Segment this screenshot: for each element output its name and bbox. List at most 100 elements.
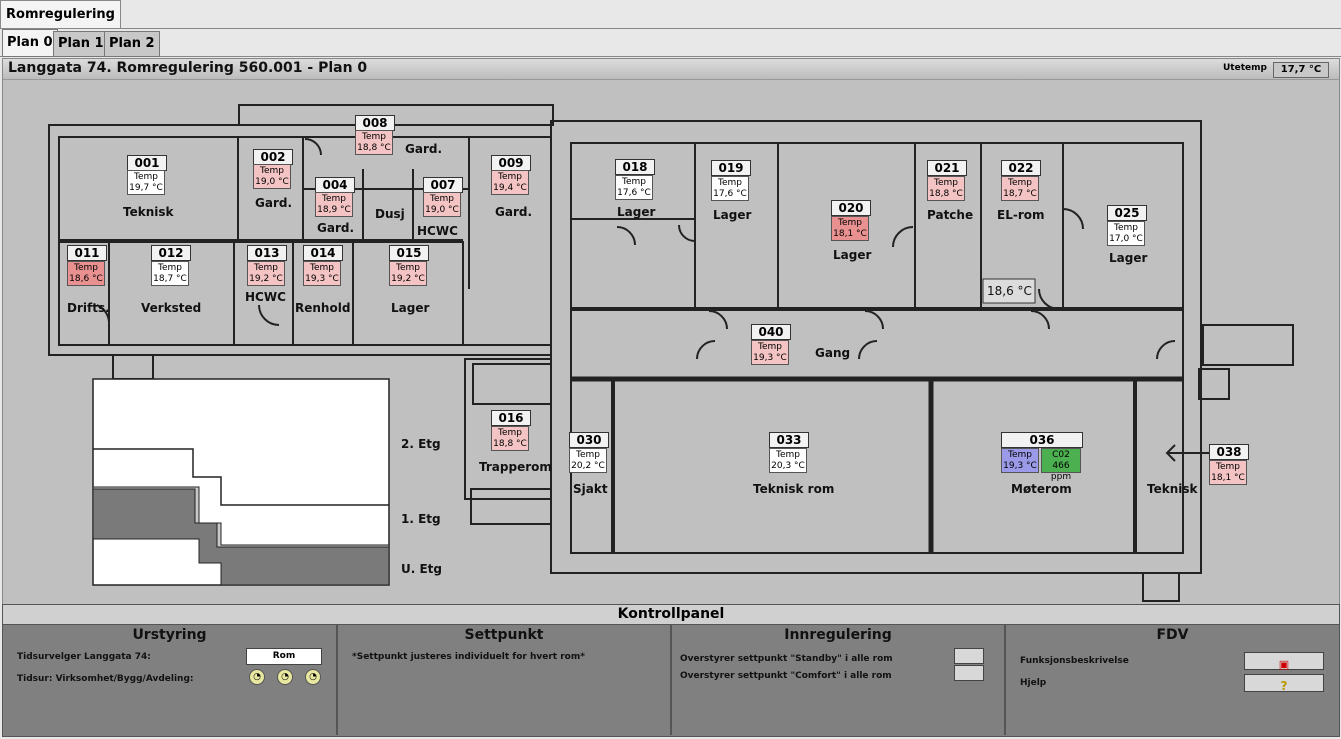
temp-value: 17,6 °C <box>617 188 651 198</box>
temp-label: Temp <box>758 342 782 352</box>
room-name-021: Patche <box>927 208 974 222</box>
room-temp-036[interactable]: Temp 19,3 °C <box>1001 448 1039 473</box>
rom-button[interactable]: Rom <box>246 648 322 665</box>
room-number-020[interactable]: 020 <box>831 200 871 216</box>
fdv-title: FDV <box>1156 627 1189 643</box>
room-number-019[interactable]: 019 <box>711 160 751 176</box>
room-temp-012[interactable]: Temp 18,7 °C <box>151 261 189 286</box>
room-number-015[interactable]: 015 <box>389 245 429 261</box>
room-temp-025[interactable]: Temp 17,0 °C <box>1107 221 1145 246</box>
room-number-012[interactable]: 012 <box>151 245 191 261</box>
room-temp-038[interactable]: Temp 18,1 °C <box>1209 460 1247 485</box>
tidsur-label: Tidsur: Virksomhet/Bygg/Avdeling: <box>17 674 194 684</box>
co2-value: 466 ppm <box>1050 461 1072 482</box>
room-name-014: Renhold <box>295 301 351 315</box>
room-number-030[interactable]: 030 <box>569 432 609 448</box>
control-panel-title: Kontrollpanel <box>3 605 1339 625</box>
room-name-019: Lager <box>713 208 752 222</box>
room-temp-040[interactable]: Temp 19,3 °C <box>751 340 789 365</box>
temp-value: 19,7 °C <box>129 183 163 193</box>
clock-icon[interactable]: ◔ <box>249 669 265 685</box>
room-number-011[interactable]: 011 <box>67 245 107 261</box>
floor-label-u: U. Etg <box>401 562 443 576</box>
room-name-020: Lager <box>833 248 872 262</box>
room-temp-001[interactable]: Temp 19,7 °C <box>127 170 165 195</box>
room-number-021[interactable]: 021 <box>927 160 967 176</box>
room-name-030: Sjakt <box>573 482 608 496</box>
room-number-014[interactable]: 014 <box>303 245 343 261</box>
app-tabbar: Romregulering <box>0 0 1341 29</box>
room-temp-015[interactable]: Temp 19,2 °C <box>389 261 427 286</box>
room-number-013[interactable]: 013 <box>247 245 287 261</box>
room-temp-020[interactable]: Temp 18,1 °C <box>831 216 869 241</box>
comfort-override-button[interactable] <box>954 665 984 681</box>
clock-icon[interactable]: ◔ <box>305 669 321 685</box>
room-number-018[interactable]: 018 <box>615 159 655 175</box>
hjelp-button[interactable]: ? <box>1244 674 1324 693</box>
room-name-004: Gard. <box>317 221 355 235</box>
temp-value: 19,2 °C <box>391 274 425 284</box>
clock-icon[interactable]: ◔ <box>277 669 293 685</box>
tab-plan-1[interactable]: Plan 1 <box>53 31 109 57</box>
room-name-033: Teknisk rom <box>753 482 835 496</box>
temp-label: Temp <box>362 132 386 142</box>
innregulering-title: Innregulering <box>784 627 892 643</box>
room-name-018: Lager <box>617 205 656 219</box>
urstyring-section: Urstyring Tidsurvelger Langgata 74: Rom … <box>3 625 338 735</box>
room-temp-002[interactable]: Temp 19,0 °C <box>253 164 291 189</box>
room-number-025[interactable]: 025 <box>1107 205 1147 221</box>
standby-override-button[interactable] <box>954 648 984 664</box>
room-temp-014[interactable]: Temp 19,3 °C <box>303 261 341 286</box>
temp-value: 17,0 °C <box>1109 234 1143 244</box>
room-number-040[interactable]: 040 <box>751 324 791 340</box>
room-name-025: Lager <box>1109 251 1148 265</box>
room-number-033[interactable]: 033 <box>769 432 809 448</box>
room-number-008[interactable]: 008 <box>355 115 395 131</box>
room-temp-009[interactable]: Temp 19,4 °C <box>491 170 529 195</box>
room-temp-008[interactable]: Temp 18,8 °C <box>355 130 393 155</box>
room-name-013: HCWC <box>245 290 286 304</box>
room-temp-022[interactable]: Temp 18,7 °C <box>1001 176 1039 201</box>
room-number-002[interactable]: 002 <box>253 149 293 165</box>
room-temp-021[interactable]: Temp 18,8 °C <box>927 176 965 201</box>
room-number-007[interactable]: 007 <box>423 177 463 193</box>
room-number-038[interactable]: 038 <box>1209 444 1249 460</box>
funksjonsbeskrivelse-button[interactable]: ▣ <box>1244 652 1324 671</box>
room-temp-016[interactable]: Temp 18,8 °C <box>491 426 529 451</box>
pdf-icon: ▣ <box>1278 658 1290 671</box>
room-number-009[interactable]: 009 <box>491 155 531 171</box>
room-temp-007[interactable]: Temp 19,0 °C <box>423 192 461 217</box>
funksjonsbeskrivelse-label: Funksjonsbeskrivelse <box>1020 656 1129 666</box>
control-panel: Kontrollpanel Urstyring Tidsurvelger Lan… <box>2 604 1340 737</box>
room-temp-011[interactable]: Temp 18,6 °C <box>67 261 105 286</box>
tab-plan-2[interactable]: Plan 2 <box>104 31 160 57</box>
room-name-016: Trapperom <box>479 460 552 474</box>
temp-value: 18,8 °C <box>929 189 963 199</box>
room-number-036[interactable]: 036 <box>1001 432 1083 448</box>
temp-label: Temp <box>430 194 454 204</box>
fdv-section: FDV Funksjonsbeskrivelse ▣ Hjelp ? <box>1006 625 1339 735</box>
temp-label: Temp <box>158 263 182 273</box>
room-number-004[interactable]: 004 <box>315 177 355 193</box>
room-number-001[interactable]: 001 <box>127 155 167 171</box>
temp-value: 18,1 °C <box>833 229 867 239</box>
room-co2-036[interactable]: C02 466 ppm <box>1041 448 1081 482</box>
settpunkt-section: Settpunkt *Settpunkt justeres individuel… <box>338 625 672 735</box>
tab-plan-0[interactable]: Plan 0 <box>2 29 58 57</box>
room-temp-019[interactable]: Temp 17,6 °C <box>711 176 749 201</box>
settpunkt-note: *Settpunkt justeres individuelt for hver… <box>352 652 585 662</box>
room-temp-030[interactable]: Temp 20,2 °C <box>569 448 607 473</box>
temp-label: Temp <box>838 218 862 228</box>
temp-value: 18,1 °C <box>1211 473 1245 483</box>
room-number-016[interactable]: 016 <box>491 410 531 426</box>
room-temp-013[interactable]: Temp 19,2 °C <box>247 261 285 286</box>
room-temp-018[interactable]: Temp 17,6 °C <box>615 175 653 200</box>
temp-label: Temp <box>1008 178 1032 188</box>
room-temp-033[interactable]: Temp 20,3 °C <box>769 448 807 473</box>
temp-label: Temp <box>934 178 958 188</box>
temp-value: 19,3 °C <box>753 353 787 363</box>
temp-value: 18,6 °C <box>69 274 103 284</box>
tab-romregulering[interactable]: Romregulering <box>0 0 121 28</box>
room-temp-004[interactable]: Temp 18,9 °C <box>315 192 353 217</box>
room-number-022[interactable]: 022 <box>1001 160 1041 176</box>
